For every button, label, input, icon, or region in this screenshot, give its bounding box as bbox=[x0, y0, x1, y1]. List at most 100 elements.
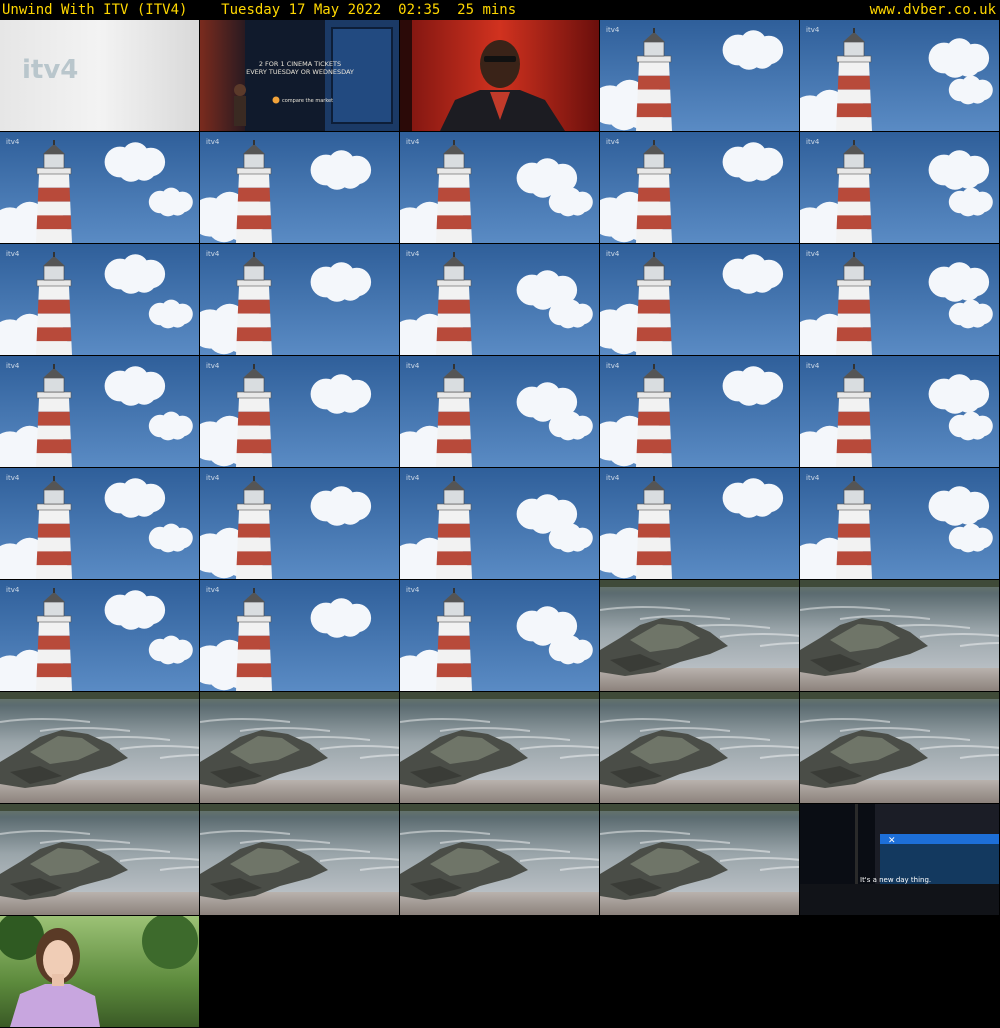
thumbnail-rock[interactable] bbox=[800, 580, 999, 691]
channel-logo: itv4 bbox=[606, 138, 620, 146]
thumbnail-rock[interactable] bbox=[200, 692, 399, 803]
channel-logo: itv4 bbox=[606, 250, 620, 258]
thumbnail-lighthouse[interactable]: itv4 bbox=[200, 244, 399, 355]
channel-logo: itv4 bbox=[806, 138, 820, 146]
thumbnail-image: itv4 bbox=[400, 244, 599, 355]
thumbnail-image: itv4 bbox=[600, 20, 799, 131]
channel-logo: itv4 bbox=[6, 586, 20, 594]
thumbnail-image bbox=[600, 804, 799, 915]
thumbnail-lighthouse[interactable]: itv4 bbox=[0, 244, 199, 355]
channel-logo: itv4 bbox=[806, 362, 820, 370]
thumbnail-image: itv4 bbox=[400, 468, 599, 579]
channel-logo: itv4 bbox=[406, 250, 420, 258]
thumbnail-lighthouse[interactable]: itv4 bbox=[0, 580, 199, 691]
channel-logo: itv4 bbox=[806, 26, 820, 34]
thumbnail-presenter[interactable] bbox=[400, 20, 599, 131]
thumbnail-lighthouse[interactable]: itv4 bbox=[400, 132, 599, 243]
thumbnail-image bbox=[600, 692, 799, 803]
caption: It's a new day thing. bbox=[860, 876, 931, 884]
programme-title: Unwind With ITV (ITV4) bbox=[2, 2, 188, 18]
thumbnail-image bbox=[0, 692, 199, 803]
thumbnail-rock[interactable] bbox=[600, 804, 799, 915]
thumbnail-lighthouse[interactable]: itv4 bbox=[600, 244, 799, 355]
thumbnail-cinema-ad[interactable]: 2 FOR 1 CINEMA TICKETS EVERY TUESDAY OR W… bbox=[200, 20, 399, 131]
thumbnail-lighthouse[interactable]: itv4 bbox=[0, 132, 199, 243]
thumbnail-image: itv4 bbox=[400, 580, 599, 691]
thumbnail-image: itv4 bbox=[600, 356, 799, 467]
thumbnail-woman-park[interactable] bbox=[0, 916, 199, 1027]
thumbnail-rock[interactable] bbox=[400, 804, 599, 915]
thumbnail-night-street[interactable]: ✕ It's a new day thing. bbox=[800, 804, 999, 915]
thumbnail-image: itv4 bbox=[600, 132, 799, 243]
thumbnail-image: itv4 bbox=[800, 244, 999, 355]
thumbnail-image: itv4 bbox=[0, 356, 199, 467]
thumbnail-itv4-logo[interactable]: itv4 bbox=[0, 20, 199, 131]
thumbnail-lighthouse[interactable]: itv4 bbox=[0, 356, 199, 467]
channel-logo: itv4 bbox=[206, 474, 220, 482]
channel-logo: itv4 bbox=[406, 138, 420, 146]
thumbnail-lighthouse[interactable]: itv4 bbox=[800, 356, 999, 467]
channel-logo: itv4 bbox=[406, 362, 420, 370]
thumbnail-lighthouse[interactable]: itv4 bbox=[600, 468, 799, 579]
thumbnail-rock[interactable] bbox=[200, 804, 399, 915]
ad-brand: compare the market bbox=[282, 98, 333, 104]
thumbnail-lighthouse[interactable]: itv4 bbox=[600, 132, 799, 243]
channel-logo: itv4 bbox=[206, 250, 220, 258]
thumbnail-lighthouse[interactable]: itv4 bbox=[800, 244, 999, 355]
thumbnail-rock[interactable] bbox=[0, 692, 199, 803]
site-link[interactable]: www.dvber.co.uk bbox=[870, 0, 996, 20]
thumbnail-lighthouse[interactable]: itv4 bbox=[200, 580, 399, 691]
thumbnail-lighthouse[interactable]: itv4 bbox=[800, 132, 999, 243]
broadcast-datetime: Tuesday 17 May 2022 02:35 25 mins bbox=[221, 2, 517, 18]
thumbnail-lighthouse[interactable]: itv4 bbox=[0, 468, 199, 579]
thumbnail-image: ✕It's a new day thing. bbox=[800, 804, 999, 915]
thumbnail-image: itv4 bbox=[0, 580, 199, 691]
thumbnail-lighthouse[interactable]: itv4 bbox=[200, 356, 399, 467]
thumbnail-lighthouse[interactable]: itv4 bbox=[400, 580, 599, 691]
thumbnail-lighthouse[interactable]: itv4 bbox=[400, 468, 599, 579]
thumbnail-rock[interactable] bbox=[400, 692, 599, 803]
thumbnail-lighthouse[interactable]: itv4 bbox=[800, 20, 999, 131]
channel-logo: itv4 bbox=[806, 474, 820, 482]
thumbnail-rock[interactable] bbox=[600, 692, 799, 803]
channel-logo: itv4 bbox=[6, 362, 20, 370]
thumbnail-lighthouse[interactable]: itv4 bbox=[600, 356, 799, 467]
thumbnail-lighthouse[interactable]: itv4 bbox=[200, 132, 399, 243]
thumbnail-image: itv4 bbox=[800, 468, 999, 579]
channel-logo: itv4 bbox=[6, 138, 20, 146]
channel-logo: itv4 bbox=[806, 250, 820, 258]
channel-logo: itv4 bbox=[606, 474, 620, 482]
thumbnail-image bbox=[600, 580, 799, 691]
thumbnail-image: 2 FOR 1 CINEMA TICKETSEVERY TUESDAY OR W… bbox=[200, 20, 399, 131]
channel-logo: itv4 bbox=[206, 362, 220, 370]
thumbnail-image bbox=[200, 692, 399, 803]
thumbnail-lighthouse[interactable]: itv4 bbox=[600, 20, 799, 131]
channel-logo: itv4 bbox=[406, 586, 420, 594]
thumbnail-lighthouse[interactable]: itv4 bbox=[400, 356, 599, 467]
ad-text-line: EVERY TUESDAY OR WEDNESDAY bbox=[246, 68, 354, 76]
thumbnail-rock[interactable] bbox=[0, 804, 199, 915]
thumbnail-rock[interactable] bbox=[800, 692, 999, 803]
thumbnail-lighthouse[interactable]: itv4 bbox=[800, 468, 999, 579]
channel-logo: itv4 bbox=[406, 474, 420, 482]
thumbnail-lighthouse[interactable]: itv4 bbox=[400, 244, 599, 355]
channel-logo: itv4 bbox=[206, 586, 220, 594]
thumbnail-image: itv4 bbox=[600, 468, 799, 579]
thumbnail-image: itv4 bbox=[0, 20, 199, 131]
thumbnail-image bbox=[200, 804, 399, 915]
thumbnail-image bbox=[0, 916, 199, 1027]
thumbnail-image: itv4 bbox=[0, 132, 199, 243]
thumbnail-lighthouse[interactable]: itv4 bbox=[200, 468, 399, 579]
thumbnail-image: itv4 bbox=[400, 356, 599, 467]
thumbnail-image: itv4 bbox=[400, 132, 599, 243]
channel-logo: itv4 bbox=[606, 362, 620, 370]
channel-logo: itv4 bbox=[606, 26, 620, 34]
thumbnail-image: itv4 bbox=[0, 244, 199, 355]
programme-info: Unwind With ITV (ITV4) Tuesday 17 May 20… bbox=[2, 0, 516, 20]
thumbnail-rock[interactable] bbox=[600, 580, 799, 691]
thumbnail-image bbox=[400, 804, 599, 915]
thumbnail-image: itv4 bbox=[200, 356, 399, 467]
thumbnail-image: itv4 bbox=[0, 468, 199, 579]
thumbnail-image: itv4 bbox=[800, 356, 999, 467]
itv4-logo: itv4 bbox=[22, 55, 78, 85]
